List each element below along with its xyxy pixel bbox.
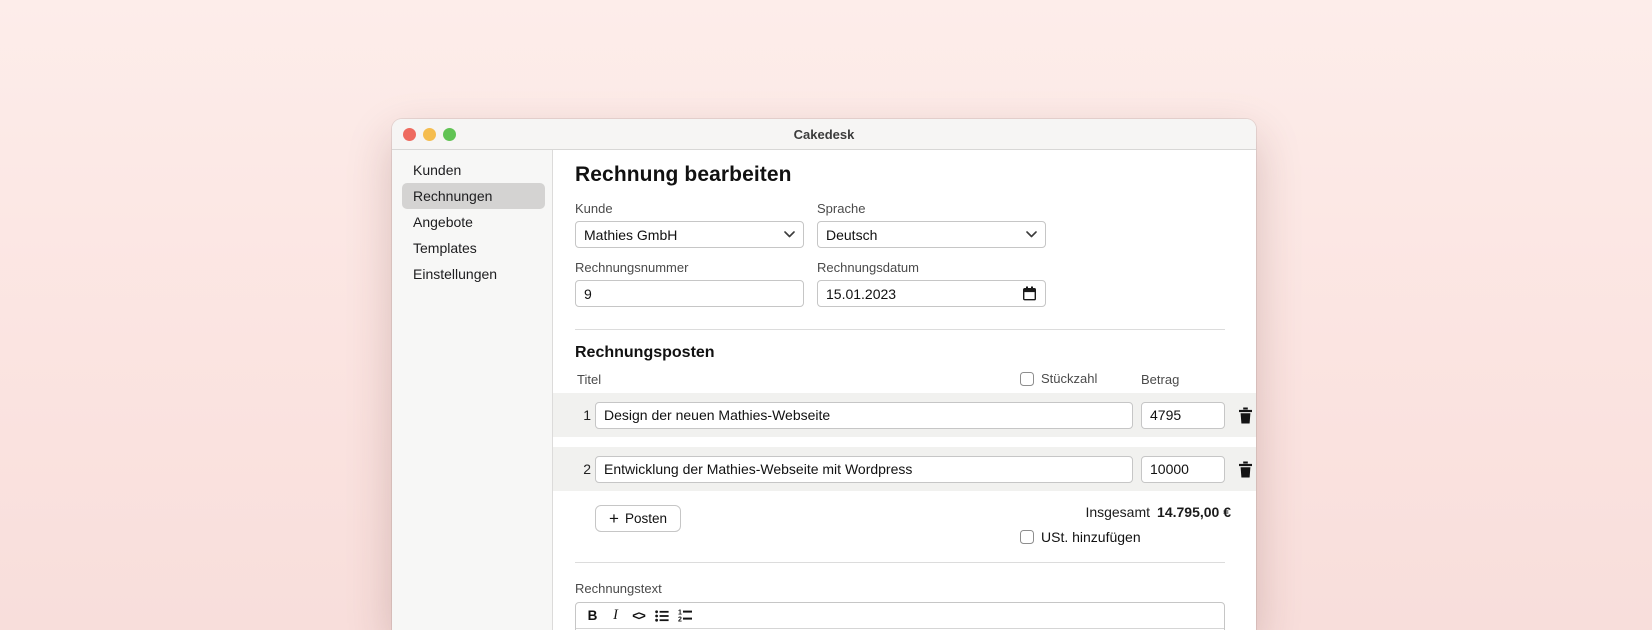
rechnungsdatum-label: Rechnungsdatum bbox=[817, 260, 919, 275]
row-titel-input[interactable] bbox=[604, 461, 1124, 477]
kunde-label: Kunde bbox=[575, 201, 613, 216]
invoice-form: Kunde Mathies GmbH Sprache Deutsch Rechn… bbox=[575, 201, 1225, 307]
total-line: Insgesamt 14.795,00 € bbox=[1085, 503, 1231, 521]
row-number: 1 bbox=[583, 407, 591, 423]
column-titel: Titel bbox=[577, 372, 602, 387]
app-window: Cakedesk Kunden Rechnungen Angebote Temp… bbox=[392, 119, 1256, 630]
sidebar-item-rechnungen[interactable]: Rechnungen bbox=[402, 183, 545, 209]
vat-checkbox[interactable] bbox=[1020, 530, 1034, 544]
chevron-down-icon bbox=[1026, 231, 1037, 238]
titlebar[interactable]: Cakedesk bbox=[392, 119, 1256, 150]
main-content: Rechnung bearbeiten Kunde Mathies GmbH S… bbox=[553, 150, 1256, 630]
kunde-select[interactable]: Mathies GmbH bbox=[575, 221, 804, 248]
row-betrag-input[interactable] bbox=[1150, 407, 1216, 423]
divider bbox=[575, 329, 1225, 330]
sidebar: Kunden Rechnungen Angebote Templates Ein… bbox=[392, 150, 553, 630]
svg-text:1: 1 bbox=[678, 610, 682, 617]
row-titel-input[interactable] bbox=[604, 407, 1124, 423]
rechnungstext-editor: B I <> 1 2 bbox=[575, 602, 1225, 630]
table-row: 2 bbox=[553, 447, 1256, 491]
trash-icon bbox=[1238, 461, 1253, 478]
chevron-down-icon bbox=[784, 231, 795, 238]
trash-icon bbox=[1238, 407, 1253, 424]
sidebar-item-templates[interactable]: Templates bbox=[402, 235, 545, 261]
code-button[interactable]: <> bbox=[628, 606, 649, 626]
italic-button[interactable]: I bbox=[605, 606, 626, 626]
sidebar-item-kunden[interactable]: Kunden bbox=[402, 157, 545, 183]
bullet-list-icon bbox=[654, 609, 669, 622]
window-title: Cakedesk bbox=[793, 126, 855, 142]
sidebar-item-angebote[interactable]: Angebote bbox=[402, 209, 545, 235]
kunde-select-value: Mathies GmbH bbox=[584, 226, 678, 243]
numbered-list-button[interactable]: 1 2 bbox=[674, 606, 695, 626]
calendar-icon[interactable] bbox=[1022, 286, 1037, 301]
sprache-select-value: Deutsch bbox=[826, 226, 878, 243]
vat-label: USt. hinzufügen bbox=[1041, 529, 1141, 545]
column-betrag: Betrag bbox=[1141, 372, 1180, 387]
table-row: 1 bbox=[553, 393, 1256, 437]
posten-columns-header: Titel Stückzahl Betrag bbox=[553, 371, 1256, 388]
page-title: Rechnung bearbeiten bbox=[575, 163, 792, 186]
add-posten-button[interactable]: + Posten bbox=[595, 505, 681, 532]
rechnungsnummer-input[interactable] bbox=[584, 285, 795, 302]
rechnungsdatum-input[interactable]: 15.01.2023 bbox=[817, 280, 1046, 307]
total-label: Insgesamt bbox=[1085, 504, 1151, 520]
delete-row-button[interactable] bbox=[1234, 458, 1256, 480]
divider bbox=[575, 562, 1225, 563]
rechnungstext-label: Rechnungstext bbox=[575, 581, 662, 596]
rechnungsdatum-value: 15.01.2023 bbox=[826, 285, 897, 302]
editor-toolbar: B I <> 1 2 bbox=[576, 603, 1224, 629]
sidebar-item-einstellungen[interactable]: Einstellungen bbox=[402, 261, 545, 287]
plus-icon: + bbox=[609, 508, 619, 528]
row-number: 2 bbox=[583, 461, 591, 477]
bold-button[interactable]: B bbox=[582, 606, 603, 626]
sprache-select[interactable]: Deutsch bbox=[817, 221, 1046, 248]
add-posten-label: Posten bbox=[624, 511, 667, 526]
posten-footer: + Posten Insgesamt 14.795,00 € USt. hinzu… bbox=[553, 501, 1256, 562]
column-stueckzahl: Stückzahl bbox=[1041, 371, 1098, 386]
rechnungsposten-title: Rechnungsposten bbox=[575, 344, 715, 361]
posten-rows: 1 Design der neuen Mathies-Webseite 4795… bbox=[553, 393, 1256, 491]
delete-row-button[interactable] bbox=[1234, 404, 1256, 426]
total-value: 14.795,00 € bbox=[1157, 504, 1231, 520]
bullet-list-button[interactable] bbox=[651, 606, 672, 626]
rechnungsnummer-label: Rechnungsnummer bbox=[575, 260, 689, 275]
row-betrag-input[interactable] bbox=[1150, 461, 1216, 477]
numbered-list-icon: 1 2 bbox=[678, 609, 692, 622]
svg-text:2: 2 bbox=[678, 617, 682, 623]
sprache-label: Sprache bbox=[817, 201, 866, 216]
stueckzahl-checkbox[interactable] bbox=[1020, 371, 1034, 386]
